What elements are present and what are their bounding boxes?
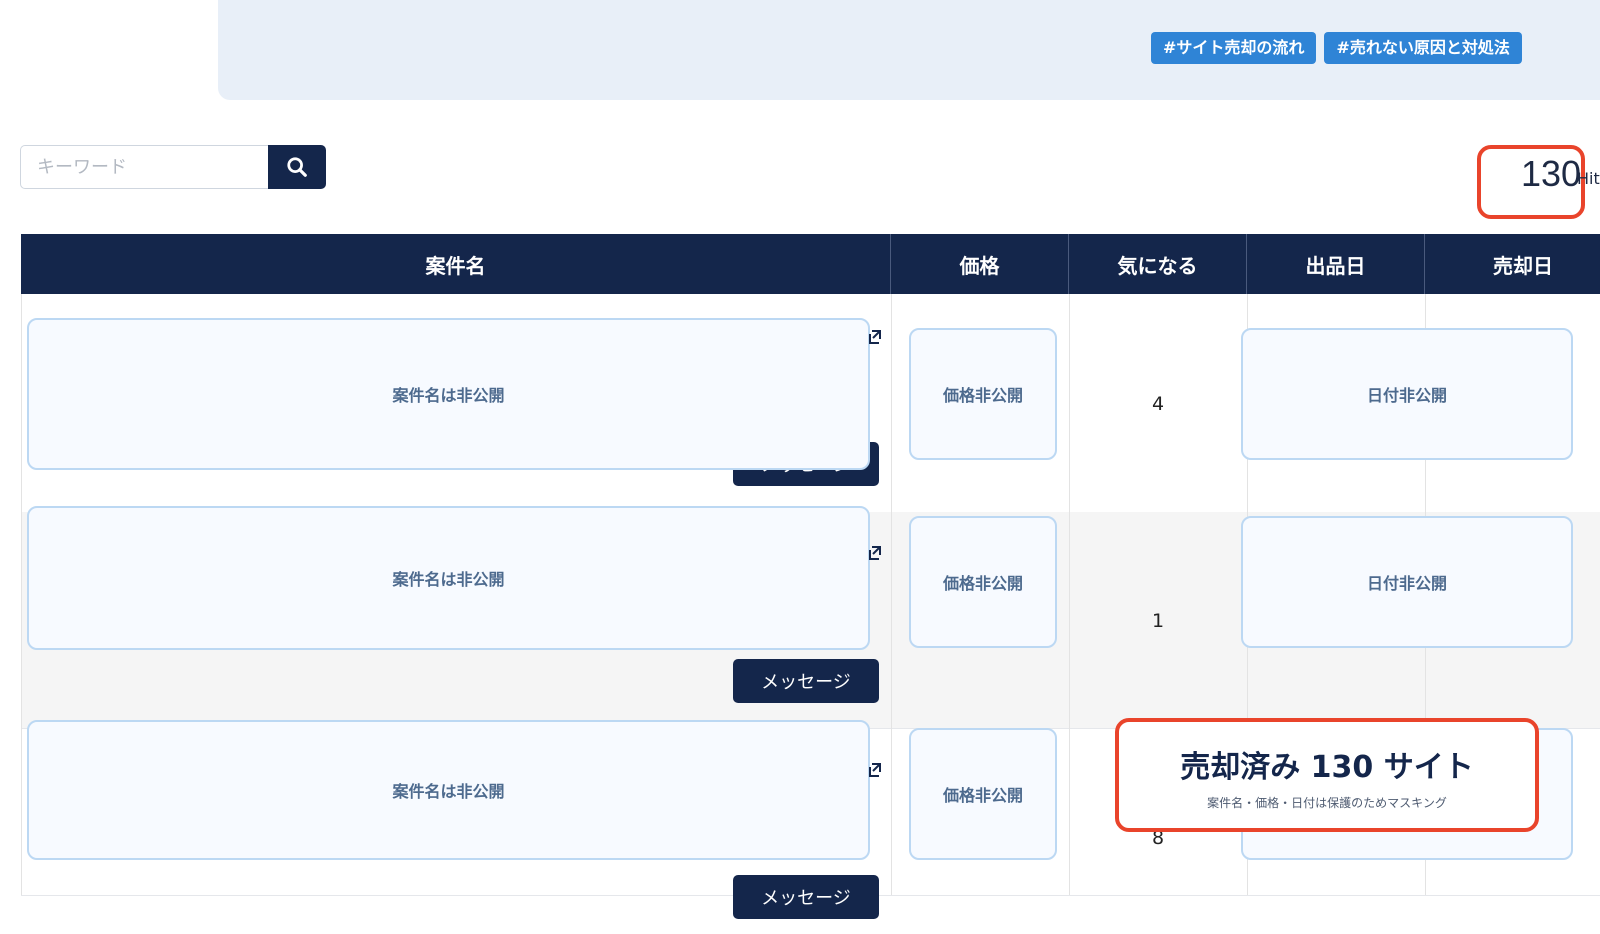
search-input[interactable] <box>20 145 268 189</box>
message-button[interactable]: メッセージ <box>733 875 879 919</box>
callout-title: 売却済み 130 サイト <box>1180 750 1474 785</box>
column-divider <box>1069 294 1070 895</box>
masked-case-name: 案件名は非公開 <box>27 720 870 860</box>
masked-price: 価格非公開 <box>909 516 1057 648</box>
header-interest: 気になる <box>1069 234 1247 294</box>
callout-subtitle: 案件名・価格・日付は保護のためマスキング <box>1207 796 1447 810</box>
header-price: 価格 <box>891 234 1069 294</box>
interest-count: 1 <box>1151 610 1165 632</box>
masked-date: 日付非公開 <box>1241 516 1573 648</box>
masked-price: 価格非公開 <box>909 728 1057 860</box>
masked-price: 価格非公開 <box>909 328 1057 460</box>
external-link-icon[interactable] <box>866 545 882 561</box>
search-button[interactable] <box>268 145 326 189</box>
hit-count: 130 <box>1521 153 1582 194</box>
search-bar <box>20 145 326 189</box>
header-listed-date: 出品日 <box>1247 234 1425 294</box>
search-icon <box>287 157 307 177</box>
header-sold-date: 売却日 <box>1493 253 1553 278</box>
header-case-name: 案件名 <box>21 234 891 294</box>
tag-unsold-causes[interactable]: #売れない原因と対処法 <box>1324 32 1522 64</box>
tag-list: #サイト売却の流れ #売れない原因と対処法 <box>1151 32 1522 64</box>
external-link-icon[interactable] <box>866 762 882 778</box>
external-link-icon[interactable] <box>866 329 882 345</box>
masked-case-name: 案件名は非公開 <box>27 318 870 470</box>
hit-unit: Hit <box>1577 169 1600 188</box>
table-left-border <box>21 294 22 895</box>
hit-count-highlight: 130 Hit <box>1477 145 1600 219</box>
table-header: 案件名 価格 気になる 出品日 売却日 <box>21 234 1600 294</box>
sold-sites-callout: 売却済み 130 サイト 案件名・価格・日付は保護のためマスキング <box>1115 718 1539 832</box>
masked-case-name: 案件名は非公開 <box>27 506 870 650</box>
column-divider <box>891 294 892 895</box>
masked-date: 日付非公開 <box>1241 328 1573 460</box>
message-button[interactable]: メッセージ <box>733 659 879 703</box>
tag-site-sale-flow[interactable]: #サイト売却の流れ <box>1151 32 1317 64</box>
interest-count: 4 <box>1151 393 1165 415</box>
